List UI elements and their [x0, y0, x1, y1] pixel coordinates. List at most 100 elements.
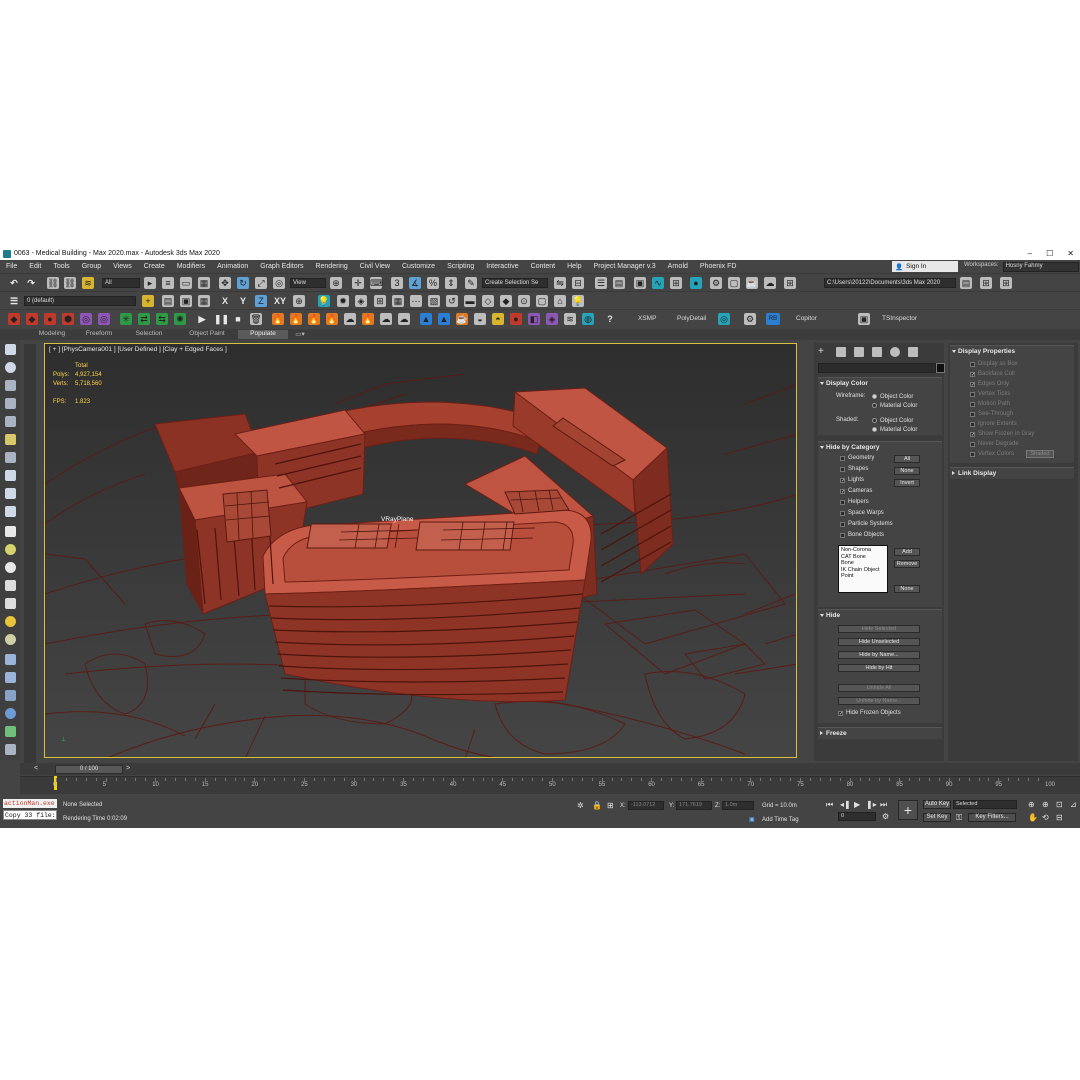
- add-to-layer-icon[interactable]: +: [142, 295, 154, 307]
- all-button[interactable]: All: [894, 455, 920, 463]
- menu-content[interactable]: Content: [525, 263, 562, 270]
- left-scroll-strip[interactable]: [24, 344, 36, 764]
- light-lister-icon[interactable]: 💡: [318, 295, 330, 307]
- space-warps-checkbox[interactable]: [840, 511, 845, 516]
- splash-icon[interactable]: ▲: [438, 313, 450, 325]
- fire-icon-1[interactable]: 🔥: [272, 313, 284, 325]
- project-extra-icon[interactable]: ⊞: [1000, 277, 1012, 289]
- menu-views[interactable]: Views: [107, 263, 138, 270]
- prim-sun-icon[interactable]: [5, 616, 16, 627]
- menu-rendering[interactable]: Rendering: [309, 263, 353, 270]
- bone-objects-checkbox[interactable]: [840, 533, 845, 538]
- hide-by-category-header[interactable]: Hide by Category: [818, 442, 942, 453]
- shaded-material-color-radio[interactable]: [872, 427, 877, 432]
- shapes-checkbox[interactable]: [840, 467, 845, 472]
- render-setup-icon[interactable]: ⚙: [710, 277, 722, 289]
- see-through-checkbox[interactable]: [970, 412, 975, 417]
- edit-named-selection-icon[interactable]: ✎: [465, 277, 477, 289]
- axis-y-button[interactable]: Y: [237, 295, 249, 307]
- rotate-icon[interactable]: ↻: [237, 277, 249, 289]
- create-list-icon[interactable]: [5, 416, 16, 427]
- trash-icon[interactable]: 🗑: [250, 313, 262, 325]
- named-selection-dropdown[interactable]: Create Selection Se: [482, 278, 548, 288]
- fire-icon-3[interactable]: 🔥: [308, 313, 320, 325]
- menu-toggle-icon[interactable]: ☰: [8, 295, 20, 307]
- project-settings-icon[interactable]: ⊞: [980, 277, 992, 289]
- fluid-icon[interactable]: ☁: [398, 313, 410, 325]
- maximize-button[interactable]: ☐: [1046, 247, 1053, 260]
- menu-edit[interactable]: Edit: [23, 263, 47, 270]
- none-button[interactable]: None: [894, 467, 920, 475]
- fire-icon-4[interactable]: 🔥: [326, 313, 338, 325]
- fume-icon[interactable]: ☁: [380, 313, 392, 325]
- mesh-tool-icon[interactable]: ◈: [355, 295, 367, 307]
- tab-freeform[interactable]: Freeform: [78, 330, 120, 339]
- noise-icon[interactable]: ◈: [546, 313, 558, 325]
- polydetail-label[interactable]: PolyDetail: [677, 315, 706, 322]
- snap-vertex-icon[interactable]: ◆: [500, 295, 512, 307]
- axis-x-button[interactable]: X: [219, 295, 231, 307]
- menu-group[interactable]: Group: [76, 263, 107, 270]
- go-to-end-icon[interactable]: ⏭: [880, 800, 887, 810]
- prim-sphere-icon[interactable]: [5, 544, 16, 555]
- tool-settings-icon[interactable]: ⚙: [744, 313, 756, 325]
- motion-path-checkbox[interactable]: [970, 402, 975, 407]
- never-degrade-checkbox[interactable]: [970, 442, 975, 447]
- layer-hide-icon[interactable]: ▦: [198, 295, 210, 307]
- add-time-tag-button[interactable]: Add Time Tag: [762, 817, 799, 823]
- axis-z-button[interactable]: Z: [255, 295, 267, 307]
- prim-box-icon[interactable]: [5, 526, 16, 537]
- record-icon[interactable]: ●: [510, 313, 522, 325]
- wireframe-material-color-radio[interactable]: [872, 403, 877, 408]
- menu-phoenix-fd[interactable]: Phoenix FD: [694, 263, 743, 270]
- fire-icon-2[interactable]: 🔥: [290, 313, 302, 325]
- plugin-hexa-icon[interactable]: ⬢: [62, 313, 74, 325]
- menu-modifiers[interactable]: Modifiers: [171, 263, 211, 270]
- tab-modeling[interactable]: Modeling: [30, 330, 74, 339]
- vertex-colors-checkbox[interactable]: [970, 452, 975, 457]
- create-panel-icon[interactable]: [5, 398, 16, 409]
- lock-selection-icon[interactable]: 🔒: [592, 801, 602, 810]
- menu-scripting[interactable]: Scripting: [441, 263, 480, 270]
- foliage-icon[interactable]: [5, 726, 16, 737]
- display-properties-header[interactable]: Display Properties: [950, 346, 1074, 357]
- ignore-extents-checkbox[interactable]: [970, 422, 975, 427]
- menu-civil-view[interactable]: Civil View: [354, 263, 396, 270]
- snaps-toggle-icon[interactable]: 3: [391, 277, 403, 289]
- render-production-icon[interactable]: ☕: [746, 277, 758, 289]
- plugin-move-icon[interactable]: ⇄: [138, 313, 150, 325]
- add-button[interactable]: Add: [894, 548, 920, 556]
- inspector-icon[interactable]: ▣: [858, 313, 870, 325]
- plugin-ring-icon[interactable]: ◎: [80, 313, 92, 325]
- toggle-ribbon-icon[interactable]: ▣: [634, 277, 646, 289]
- cameras-checkbox[interactable]: ✓: [840, 489, 845, 495]
- y-coord-field[interactable]: 171.7619: [676, 801, 712, 810]
- pause-icon[interactable]: ❚❚: [214, 313, 229, 325]
- select-object-icon[interactable]: ▸: [144, 277, 156, 289]
- edit-poly-icon[interactable]: ◇: [482, 295, 494, 307]
- invert-button[interactable]: Invert: [894, 479, 920, 487]
- layer-manager-icon[interactable]: ▤: [162, 295, 174, 307]
- stop-icon[interactable]: ■: [232, 313, 244, 325]
- percent-snap-icon[interactable]: %: [427, 277, 439, 289]
- ocean-icon[interactable]: ≋: [564, 313, 576, 325]
- key-mode-dropdown[interactable]: Selected: [953, 800, 1017, 809]
- unlink-icon[interactable]: ⛓: [64, 277, 76, 289]
- array-tool-icon[interactable]: ▦: [392, 295, 404, 307]
- maximize-viewport-icon[interactable]: ⊟: [1056, 813, 1063, 822]
- time-next-icon[interactable]: >: [126, 765, 130, 772]
- layer-explorer-icon[interactable]: ▤: [613, 277, 625, 289]
- camera-viewport[interactable]: [ + ] [PhysCamera001 ] [User Defined ] […: [44, 343, 797, 758]
- transform-gizmo-icon[interactable]: ⊕: [293, 295, 305, 307]
- scale-icon[interactable]: ⤢: [255, 277, 267, 289]
- prim-cone-icon[interactable]: [5, 598, 16, 609]
- menu-file[interactable]: File: [0, 263, 23, 270]
- set-key-big-button[interactable]: +: [898, 800, 918, 820]
- create-system-icon[interactable]: [5, 506, 16, 517]
- tab-object-paint[interactable]: Object Paint: [180, 330, 234, 339]
- lightbulb-icon[interactable]: 💡: [572, 295, 584, 307]
- selection-filter-dropdown[interactable]: All: [102, 278, 140, 288]
- sun-position-icon[interactable]: ✹: [337, 295, 349, 307]
- z-coord-field[interactable]: 1.0m: [722, 801, 754, 810]
- cube-icon[interactable]: ◧: [528, 313, 540, 325]
